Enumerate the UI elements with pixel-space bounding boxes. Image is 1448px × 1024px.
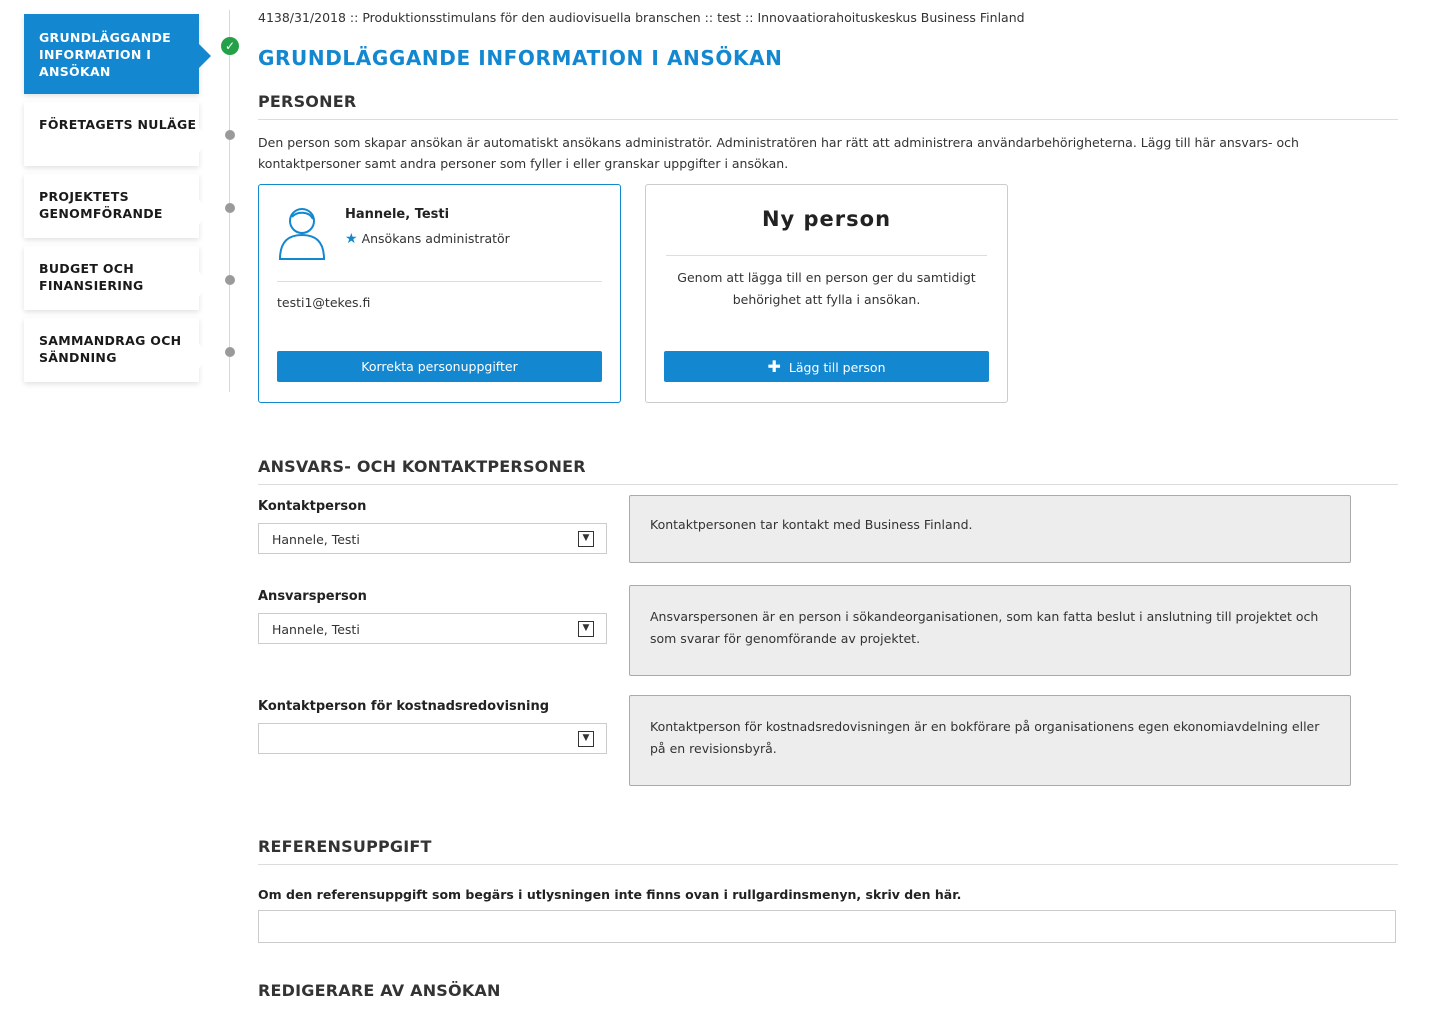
person-card[interactable]: Hannele, Testi ★ Ansökans administratör t…	[258, 184, 621, 403]
main-content: 4138/31/2018 :: Produktionsstimulans för…	[258, 10, 1398, 1008]
responsible-person-row: Ansvarsperson Hannele, Testi ▼ Ansvarsper…	[258, 585, 1398, 699]
divider	[666, 255, 987, 256]
breadcrumb: 4138/31/2018 :: Produktionsstimulans för…	[258, 10, 1025, 25]
plus-icon: ✚	[767, 357, 781, 376]
new-person-description: Genom att lägga till en person ger du sa…	[677, 270, 976, 307]
reference-input[interactable]	[258, 910, 1396, 943]
select-value: Hannele, Testi	[272, 622, 360, 637]
new-person-card: Ny person Genom att lägga till en person…	[645, 184, 1008, 403]
responsible-person-select[interactable]: Hannele, Testi ▼	[258, 613, 607, 644]
cost-reporting-contact-row: Kontaktperson för kostnadsredovisning ▼ …	[258, 695, 1398, 829]
person-role-label: Ansökans administratör	[361, 231, 510, 246]
contacts-form: Kontaktperson Hannele, Testi ▼ Kontaktper…	[258, 495, 1398, 829]
step-connector	[229, 10, 230, 392]
section-title-persons: PERSONER	[258, 92, 1398, 120]
user-avatar-icon	[278, 208, 326, 260]
contact-person-help: Kontaktpersonen tar kontakt med Business…	[629, 495, 1351, 563]
reference-question: Om den referensuppgift som begärs i utly…	[258, 887, 962, 902]
add-person-label: Lägg till person	[788, 360, 886, 375]
divider	[277, 281, 602, 282]
correct-personal-details-button[interactable]: Korrekta personuppgifter	[277, 351, 602, 382]
step-budget[interactable]: Budget och finansiering	[24, 246, 211, 310]
cost-reporting-contact-select[interactable]: ▼	[258, 723, 607, 754]
section-title-contacts: ANSVARS- OCH KONTAKTPERSONER	[258, 457, 1398, 485]
page-title: GRUNDLÄGGANDE INFORMATION I ANSÖKAN	[258, 46, 783, 70]
person-email: testi1@tekes.fi	[277, 295, 371, 310]
section-title-reference: REFERENSUPPGIFT	[258, 837, 1398, 865]
persons-description: Den person som skapar ansökan är automat…	[258, 135, 1299, 171]
responsible-person-help: Ansvarspersonen är en person i sökandeor…	[629, 585, 1351, 676]
star-icon: ★	[345, 231, 358, 247]
step-summary[interactable]: Sammandrag och sändning	[24, 318, 211, 382]
step-dot-icon	[225, 130, 235, 140]
contact-person-select[interactable]: Hannele, Testi ▼	[258, 523, 607, 554]
new-person-title: Ny person	[761, 207, 892, 231]
check-icon: ✓	[221, 37, 239, 55]
person-cards: Hannele, Testi ★ Ansökans administratör t…	[258, 184, 1398, 403]
chevron-down-icon: ▼	[578, 731, 594, 747]
step-dot-icon	[225, 347, 235, 357]
step-basic-information[interactable]: Grundläggande information i ansökan	[24, 14, 211, 94]
person-role: ★ Ansökans administratör	[345, 231, 510, 247]
add-person-button[interactable]: ✚ Lägg till person	[664, 351, 989, 382]
step-dot-icon	[225, 275, 235, 285]
person-name: Hannele, Testi	[345, 207, 450, 222]
chevron-down-icon: ▼	[578, 531, 594, 547]
section-title-editors: REDIGERARE AV ANSÖKAN	[258, 981, 501, 1000]
step-company-status[interactable]: Företagets nuläge	[24, 102, 211, 166]
contact-person-row: Kontaktperson Hannele, Testi ▼ Kontaktper…	[258, 495, 1398, 589]
select-value: Hannele, Testi	[272, 532, 360, 547]
cost-reporting-contact-help: Kontaktperson för kostnadsredovisningen …	[629, 695, 1351, 786]
step-navigation: Grundläggande information i ansökan Före…	[24, 14, 211, 390]
step-dot-icon	[225, 203, 235, 213]
step-project-implementation[interactable]: Projektets genomförande	[24, 174, 211, 238]
chevron-down-icon: ▼	[578, 621, 594, 637]
